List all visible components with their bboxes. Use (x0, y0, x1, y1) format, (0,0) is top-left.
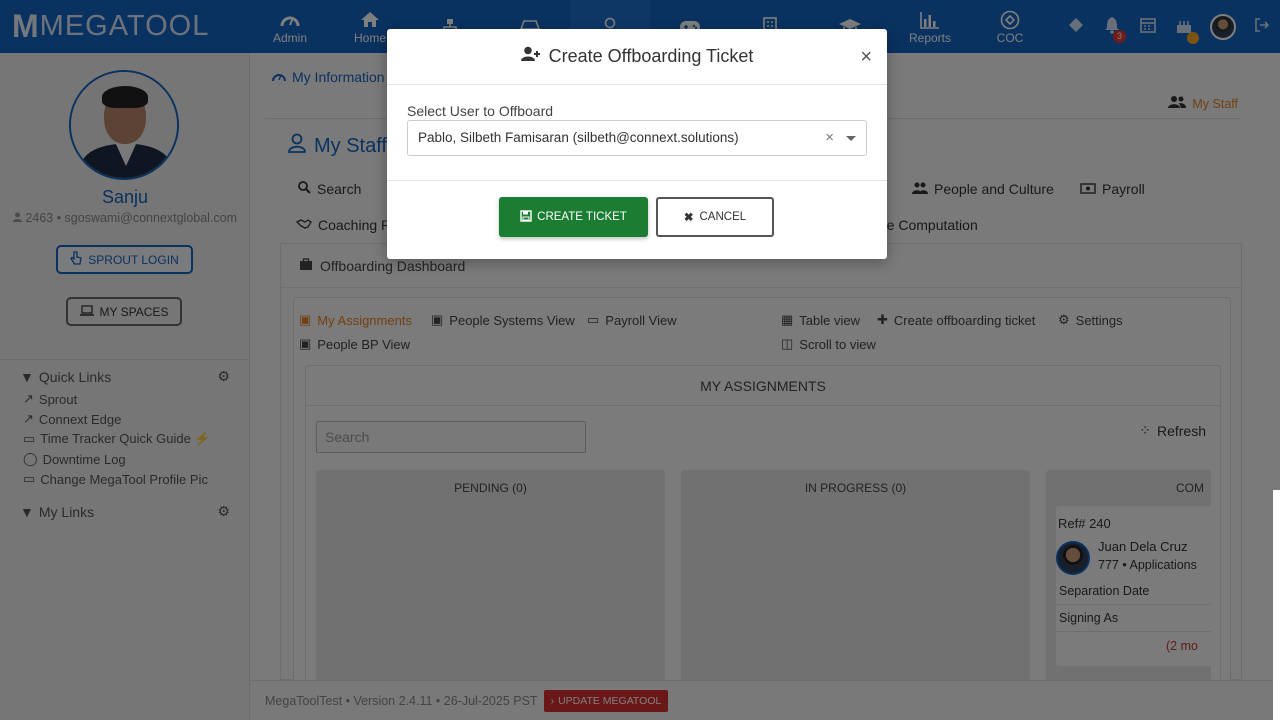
modal-title: Create Offboarding Ticket (548, 46, 754, 66)
create-ticket-button[interactable]: CREATE TICKET (499, 197, 648, 237)
selected-user: Pablo, Silbeth Famisaran (silbeth@connex… (418, 130, 739, 145)
save-icon (520, 209, 532, 225)
clear-selection-icon[interactable]: × (825, 121, 834, 155)
divider (387, 180, 887, 181)
create-ticket-label: CREATE TICKET (537, 211, 627, 223)
cancel-label: CANCEL (699, 211, 747, 223)
modal-header: Create Offboarding Ticket (387, 29, 887, 85)
user-select[interactable]: Pablo, Silbeth Famisaran (silbeth@connex… (407, 120, 867, 156)
cancel-button[interactable]: ✖ CANCEL (656, 197, 774, 237)
create-offboarding-modal: Create Offboarding Ticket × Select User … (387, 29, 887, 259)
close-icon[interactable]: × (860, 47, 872, 67)
select-label: Select User to Offboard (407, 103, 554, 119)
user-plus-icon (520, 46, 541, 67)
scrollbar-track (1273, 490, 1280, 720)
close-icon: ✖ (683, 212, 694, 224)
chevron-down-icon[interactable] (846, 136, 856, 141)
